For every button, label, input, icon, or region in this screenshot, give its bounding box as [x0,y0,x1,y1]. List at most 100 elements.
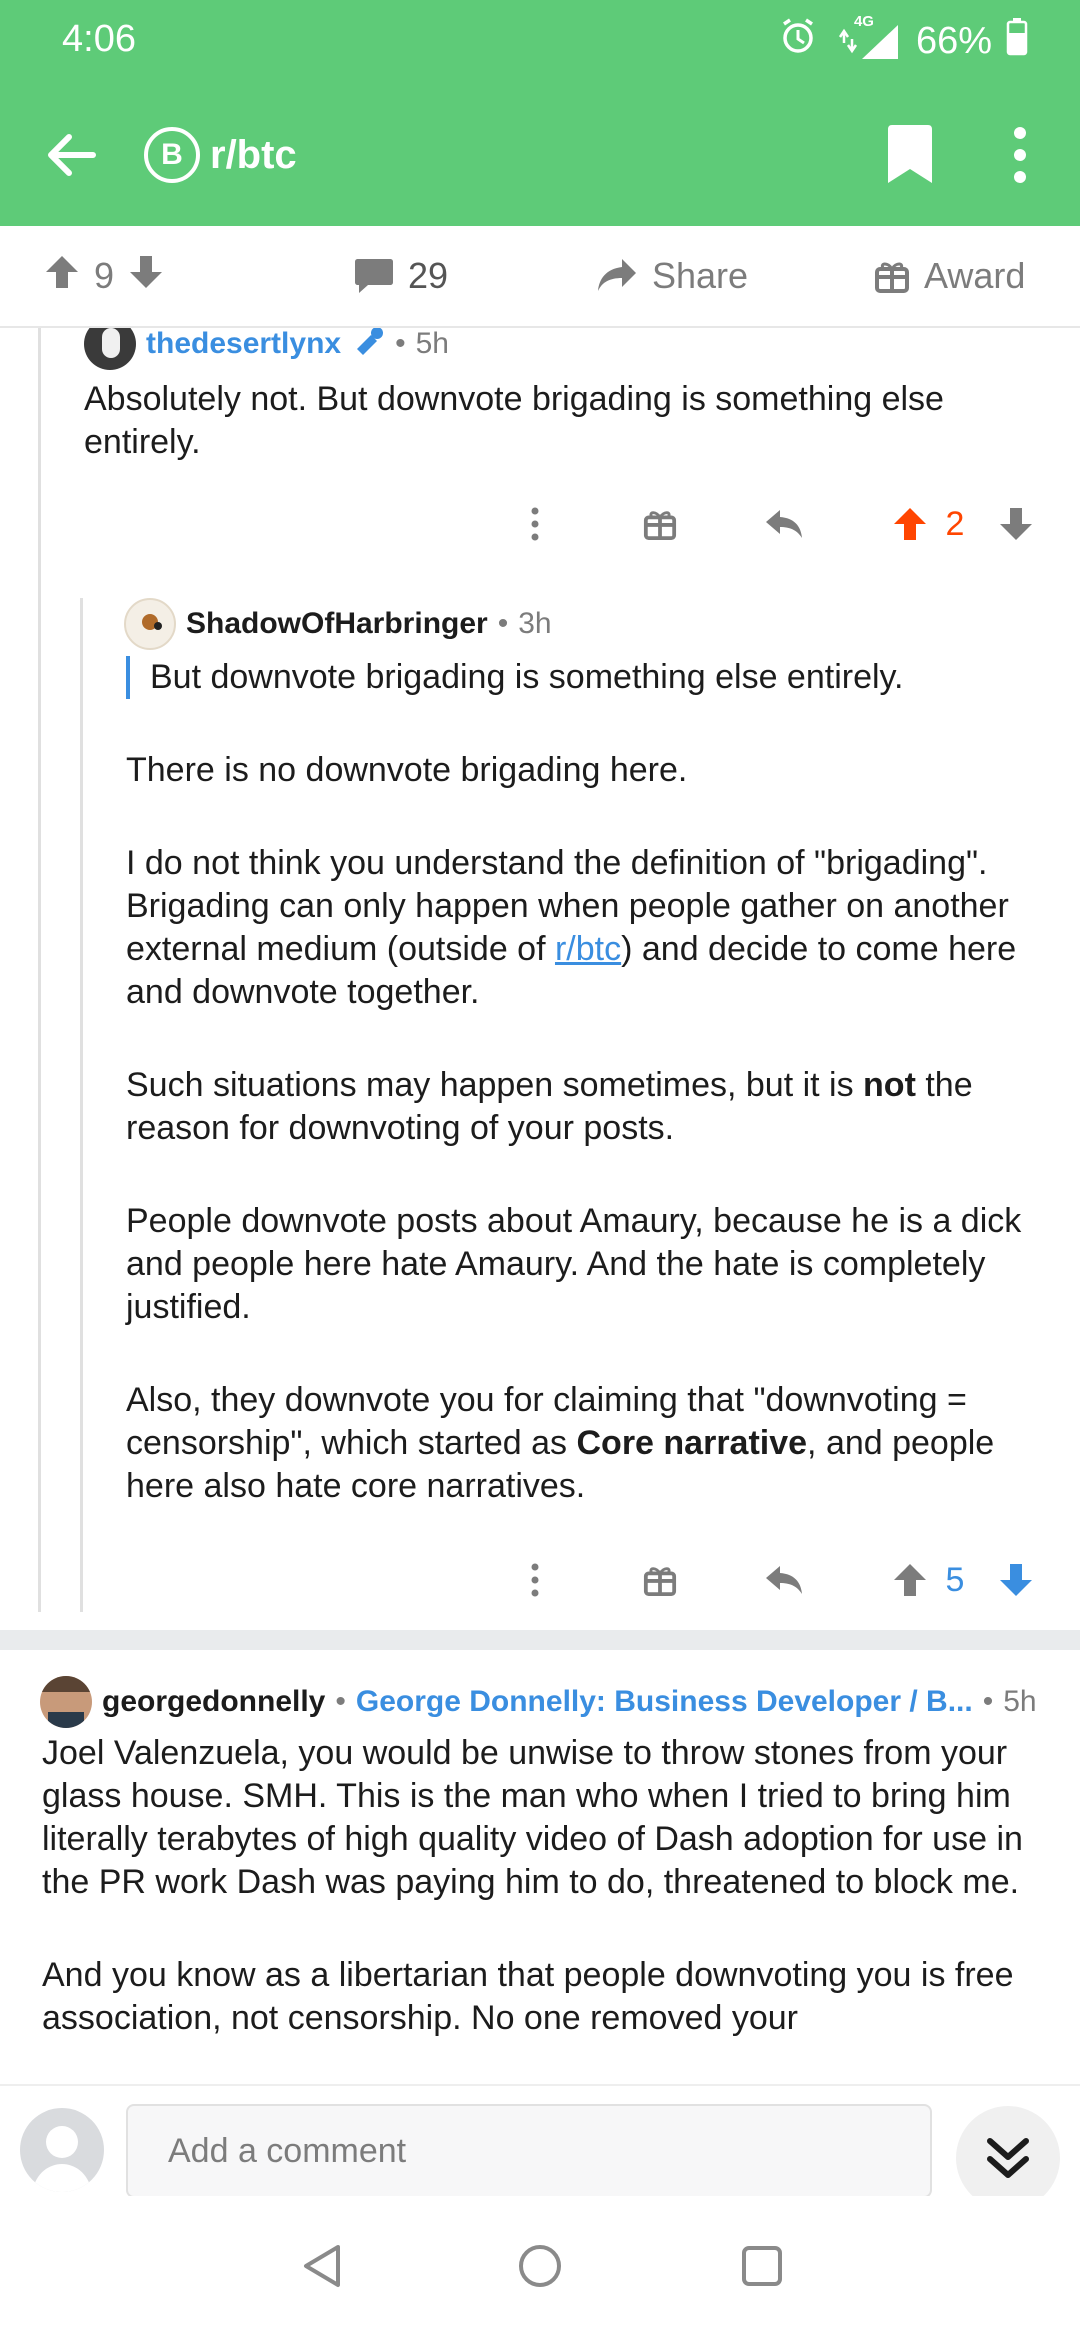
post-vote-count: 9 [94,255,115,296]
share-arrow-icon [598,259,636,291]
comment-paragraph: There is no downvote brigading here. [126,751,688,789]
bitcoin-icon: B [144,127,200,183]
more-vertical-icon [531,507,539,541]
user-avatar[interactable] [20,2108,104,2192]
downvote-arrow-icon [130,255,163,288]
comment-count: 29 [408,255,449,296]
upvote-arrow-icon [894,508,926,540]
system-nav-bar [0,2196,1080,2340]
dot-separator: • [982,1685,994,1718]
add-comment-input[interactable]: Add a comment [126,2104,932,2198]
comments-button[interactable]: 29 [354,226,448,326]
nav-home-button[interactable] [510,2236,570,2296]
comments-list: thedesertlynx • 5h Absolutely not. But d… [0,328,1080,2084]
avatar[interactable] [84,328,136,370]
more-vertical-icon [531,1563,539,1597]
network-label: 4G [853,13,874,30]
downvote-arrow-icon [1000,1564,1032,1596]
gift-icon [875,262,909,293]
network-icon: 4G [832,13,902,61]
status-time: 4:06 [62,18,136,60]
comment-paragraph: Also, they downvote you for claiming tha… [126,1381,995,1505]
comment-paragraph: Such situations may happen sometimes, bu… [126,1066,973,1147]
comment-more-button[interactable] [520,1550,550,1610]
status-bar: 4:06 4G 66% [0,0,1080,80]
comment-body: But downvote brigading is something else… [126,656,1056,1508]
comment-author[interactable]: georgedonnelly [102,1685,325,1719]
battery-icon [1006,16,1028,66]
comment-body: Absolutely not. But downvote brigading i… [84,378,1044,464]
share-button[interactable]: Share [596,226,748,326]
comment-time: 5h [415,328,449,360]
comment-body: Joel Valenzuela, you would be unwise to … [42,1732,1052,2040]
triangle-back-icon [304,2245,340,2287]
back-arrow-icon [48,134,96,176]
next-comment-button[interactable] [956,2106,1060,2210]
comment-award-button[interactable] [640,494,680,554]
bookmark-button[interactable] [880,120,940,190]
reply-icon [766,1566,802,1594]
alarm-icon [778,16,818,66]
user-flair: George Donnelly: Business Developer / B.… [355,1685,973,1718]
more-options-button[interactable] [990,120,1050,190]
avatar[interactable] [40,1676,92,1728]
comment-header: thedesertlynx • 5h [84,328,449,370]
app-bar: B r/btc [0,100,1080,210]
upvote-button[interactable] [44,254,80,299]
award-label: Award [924,255,1026,296]
status-icons: 4G 66% [778,13,1028,66]
back-button[interactable] [36,122,106,188]
mic-icon [351,328,385,363]
comment-paragraph: Absolutely not. But downvote brigading i… [84,380,944,461]
share-label: Share [652,255,749,296]
avatar[interactable] [124,598,176,650]
thread-line [80,598,83,1612]
comment-paragraph: Joel Valenzuela, you would be unwise to … [42,1734,1023,1901]
upvote-arrow-icon [894,1564,926,1596]
double-chevron-down-icon [987,2138,1029,2178]
nav-recents-button[interactable] [732,2236,792,2296]
gift-icon [643,511,677,541]
gift-icon [643,1567,677,1597]
subreddit-name: r/btc [210,132,297,177]
comment-quote: But downvote brigading is something else… [126,656,1056,699]
downvote-arrow-icon [1000,508,1032,540]
comment-more-button[interactable] [520,494,550,554]
nav-back-button[interactable] [292,2236,352,2296]
circle-home-icon [519,2245,561,2287]
subreddit-inline-link[interactable]: r/btc [555,930,621,968]
subreddit-link[interactable]: B r/btc [144,124,297,186]
comment-vote-count: 2 [945,504,965,543]
upvote-arrow-icon [46,255,78,288]
comment-header: ShadowOfHarbringer • 3h [124,598,552,650]
comment-author[interactable]: thedesertlynx [146,328,341,361]
square-recents-icon [742,2246,782,2286]
comment-upvote-button[interactable] [890,1550,930,1610]
comment-bubble-icon [355,259,393,293]
comment-downvote-button[interactable] [996,1550,1036,1610]
comment-vote-count: 5 [945,1560,965,1599]
comment-separator [0,1630,1080,1650]
downvote-button[interactable] [128,254,164,299]
comment-downvote-button[interactable] [996,494,1036,554]
comment-award-button[interactable] [640,1550,680,1610]
comment-reply-button[interactable] [762,1550,806,1610]
battery-level: 66% [915,19,992,62]
dot-separator: • [335,1685,346,1718]
comment-paragraph: And you know as a libertarian that peopl… [42,1956,1014,2037]
comment-composer: Add a comment [0,2084,1080,2210]
award-button[interactable]: Award [874,226,1025,326]
comment-upvote-button[interactable] [890,494,930,554]
app-header: 4:06 4G 66% B r/btc [0,0,1080,226]
comment-time: 5h [1003,1685,1037,1718]
thread-line [38,328,41,1612]
comment-reply-button[interactable] [762,494,806,554]
comment-header: georgedonnelly • George Donnelly: Busine… [40,1676,1050,1728]
dot-separator: • [497,607,509,640]
comment-actions: 2 [500,494,1040,554]
post-vote-group: 9 [44,226,164,326]
bookmark-icon [888,125,932,183]
post-action-bar: 9 29 Share Award [0,226,1080,328]
comment-author[interactable]: ShadowOfHarbringer [186,607,488,641]
comment-paragraph: I do not think you understand the defini… [126,844,1017,1011]
